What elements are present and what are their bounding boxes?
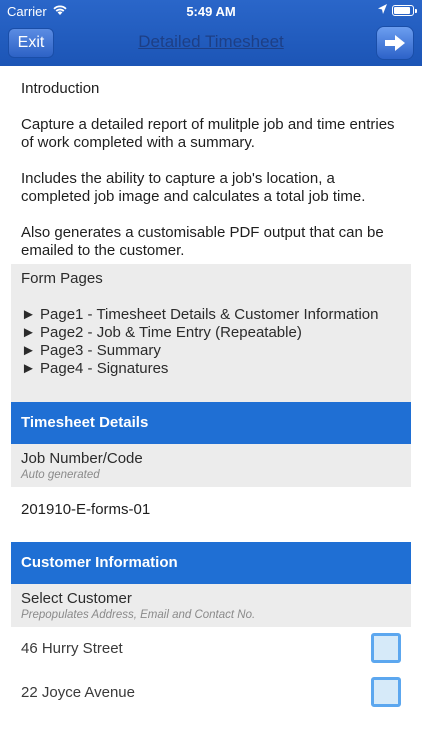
form-page-item: ► Page4 - Signatures <box>21 360 169 377</box>
exit-button[interactable]: Exit <box>8 28 54 58</box>
form-page-item: ► Page3 - Summary <box>21 342 161 359</box>
form-pages-panel: Form Pages ► Page1 - Timesheet Details &… <box>11 264 411 402</box>
job-number-field[interactable]: 201910-E-forms-01 <box>11 487 411 542</box>
select-customer-label-block: Select Customer Prepopulates Address, Em… <box>11 584 411 627</box>
form-content[interactable]: Introduction Capture a detailed report o… <box>11 66 411 750</box>
field-hint: Prepopulates Address, Email and Contact … <box>21 609 256 621</box>
section-header-timesheet-details: Timesheet Details <box>11 402 411 444</box>
battery-icon <box>392 5 417 16</box>
field-label: Select Customer <box>21 590 132 607</box>
customer-checkbox[interactable] <box>371 677 401 707</box>
page-title: Detailed Timesheet <box>138 32 284 51</box>
customer-option-label: 46 Hurry Street <box>21 640 123 657</box>
field-label: Job Number/Code <box>21 450 143 467</box>
section-header-customer-information: Customer Information <box>11 542 411 584</box>
customer-option-label: 22 Joyce Avenue <box>21 684 135 701</box>
intro-paragraph: Includes the ability to capture a job's … <box>21 170 366 205</box>
navigation-bar: Exit Detailed Timesheet <box>0 22 422 66</box>
header-area: Carrier 5:49 AM Exit Detailed Timesheet <box>0 0 422 66</box>
arrow-right-icon <box>385 35 405 51</box>
intro-section: Introduction Capture a detailed report o… <box>11 66 411 264</box>
customer-checkbox[interactable] <box>371 633 401 663</box>
intro-paragraph: Capture a detailed report of mulitple jo… <box>21 116 395 151</box>
next-button[interactable] <box>376 26 414 60</box>
form-page-item: ► Page1 - Timesheet Details & Customer I… <box>21 306 379 323</box>
status-bar: Carrier 5:49 AM <box>0 0 422 22</box>
intro-paragraph: Also generates a customisable PDF output… <box>21 224 384 259</box>
job-number-label-block: Job Number/Code Auto generated <box>11 444 411 487</box>
customer-option[interactable]: 46 Hurry Street <box>11 627 411 671</box>
form-pages-title: Form Pages <box>21 270 103 287</box>
intro-heading: Introduction <box>21 80 100 97</box>
form-page-item: ► Page2 - Job & Time Entry (Repeatable) <box>21 324 302 341</box>
location-arrow-icon <box>377 3 388 18</box>
clock: 5:49 AM <box>186 4 236 19</box>
field-hint: Auto generated <box>21 469 100 481</box>
customer-option[interactable]: 22 Joyce Avenue <box>11 671 411 715</box>
